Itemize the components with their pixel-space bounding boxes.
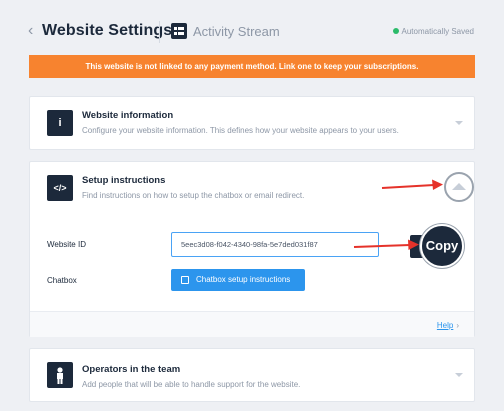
external-link-icon xyxy=(181,276,189,284)
chatbox-setup-button[interactable]: Chatbox setup instructions xyxy=(171,269,305,291)
help-link[interactable]: Help › xyxy=(437,321,459,330)
activity-stream-icon[interactable] xyxy=(171,23,187,39)
page-title: Website Settings xyxy=(42,22,173,39)
card-description: Find instructions on how to setup the ch… xyxy=(82,191,305,200)
save-status-text: Automatically Saved xyxy=(401,27,474,36)
chatbox-setup-button-label: Chatbox setup instructions xyxy=(196,275,291,284)
page-header: ‹ Website Settings Activity Stream Autom… xyxy=(0,0,504,60)
website-information-card[interactable]: i Website information Configure your web… xyxy=(29,96,475,150)
info-icon: i xyxy=(47,110,73,136)
card-title: Website information xyxy=(82,110,174,121)
collapse-button[interactable] xyxy=(444,172,474,202)
operators-card[interactable]: Operators in the team Add people that wi… xyxy=(29,348,475,402)
person-icon xyxy=(47,362,73,388)
code-icon: </> xyxy=(47,175,73,201)
website-id-label: Website ID xyxy=(47,240,86,249)
website-id-field[interactable]: 5eec3d08-f042-4340-98fa-5e7ded031f87 xyxy=(171,232,379,257)
annotation-arrow-collapse xyxy=(381,179,443,190)
chatbox-label: Chatbox xyxy=(47,276,77,285)
activity-stream-link[interactable]: Activity Stream xyxy=(193,24,280,39)
card-description: Add people that will be able to handle s… xyxy=(82,380,301,389)
header-divider xyxy=(159,21,160,43)
chevron-down-icon[interactable] xyxy=(455,121,463,125)
chevron-right-icon: › xyxy=(456,321,459,330)
save-status: Automatically Saved xyxy=(392,27,474,36)
person-icon-glyph xyxy=(57,367,63,384)
card-title: Operators in the team xyxy=(82,364,181,375)
copy-button[interactable]: Copy xyxy=(420,224,464,268)
card-title: Setup instructions xyxy=(82,175,166,186)
annotation-arrow-copy xyxy=(353,239,419,250)
payment-warning-banner[interactable]: This website is not linked to any paymen… xyxy=(29,55,475,78)
card-description: Configure your website information. This… xyxy=(82,126,399,135)
back-chevron-icon[interactable]: ‹ xyxy=(28,23,33,39)
card-footer: Help › xyxy=(30,311,474,337)
help-link-label[interactable]: Help xyxy=(437,321,453,330)
saved-dot-icon xyxy=(392,28,399,34)
chevron-up-icon xyxy=(452,183,466,190)
chevron-down-icon[interactable] xyxy=(455,373,463,377)
